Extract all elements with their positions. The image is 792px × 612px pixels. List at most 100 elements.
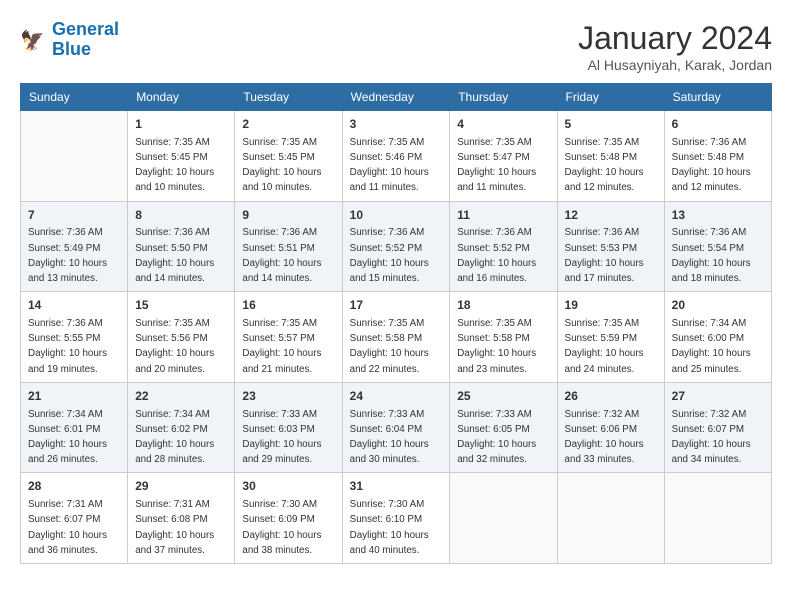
day-number: 13 [672,207,764,224]
week-row-2: 7 Sunrise: 7:36 AM Sunset: 5:49 PM Daylig… [21,201,772,292]
day-info: Sunrise: 7:36 AM Sunset: 5:54 PM Dayligh… [672,227,751,284]
day-number: 9 [242,207,334,224]
day-number: 21 [28,388,120,405]
column-header-friday: Friday [557,84,664,111]
calendar-cell: 4 Sunrise: 7:35 AM Sunset: 5:47 PM Daylig… [450,111,557,202]
calendar-cell: 18Sunrise: 7:35 AM Sunset: 5:58 PM Dayli… [450,292,557,383]
svg-text:🦅: 🦅 [20,28,44,52]
calendar-cell [664,473,771,564]
day-info: Sunrise: 7:36 AM Sunset: 5:50 PM Dayligh… [135,227,214,284]
day-number: 6 [672,116,764,133]
day-info: Sunrise: 7:35 AM Sunset: 5:56 PM Dayligh… [135,318,214,375]
calendar-cell: 12 Sunrise: 7:36 AM Sunset: 5:53 PM Dayli… [557,201,664,292]
day-number: 30 [242,478,334,495]
calendar-cell: 19Sunrise: 7:35 AM Sunset: 5:59 PM Dayli… [557,292,664,383]
day-number: 16 [242,297,334,314]
day-info: Sunrise: 7:30 AM Sunset: 6:09 PM Dayligh… [242,499,321,556]
day-number: 14 [28,297,120,314]
day-number: 26 [565,388,657,405]
day-number: 19 [565,297,657,314]
calendar-cell [450,473,557,564]
day-number: 27 [672,388,764,405]
column-header-tuesday: Tuesday [235,84,342,111]
day-info: Sunrise: 7:36 AM Sunset: 5:52 PM Dayligh… [350,227,429,284]
calendar-cell: 20 Sunrise: 7:34 AM Sunset: 6:00 PM Dayli… [664,292,771,383]
calendar-cell: 31 Sunrise: 7:30 AM Sunset: 6:10 PM Dayli… [342,473,450,564]
column-header-sunday: Sunday [21,84,128,111]
day-number: 12 [565,207,657,224]
day-number: 31 [350,478,443,495]
calendar-cell: 11Sunrise: 7:36 AM Sunset: 5:52 PM Dayli… [450,201,557,292]
day-info: Sunrise: 7:36 AM Sunset: 5:55 PM Dayligh… [28,318,107,375]
day-number: 5 [565,116,657,133]
calendar-cell: 16Sunrise: 7:35 AM Sunset: 5:57 PM Dayli… [235,292,342,383]
day-info: Sunrise: 7:36 AM Sunset: 5:49 PM Dayligh… [28,227,107,284]
day-number: 1 [135,116,227,133]
calendar-cell: 21 Sunrise: 7:34 AM Sunset: 6:01 PM Dayli… [21,382,128,473]
day-info: Sunrise: 7:33 AM Sunset: 6:04 PM Dayligh… [350,409,429,466]
week-row-1: 1 Sunrise: 7:35 AM Sunset: 5:45 PM Daylig… [21,111,772,202]
calendar-cell: 1 Sunrise: 7:35 AM Sunset: 5:45 PM Daylig… [128,111,235,202]
calendar-cell: 26 Sunrise: 7:32 AM Sunset: 6:06 PM Dayli… [557,382,664,473]
location: Al Husayniyah, Karak, Jordan [578,57,772,73]
day-number: 24 [350,388,443,405]
day-number: 3 [350,116,443,133]
day-info: Sunrise: 7:34 AM Sunset: 6:00 PM Dayligh… [672,318,751,375]
day-info: Sunrise: 7:30 AM Sunset: 6:10 PM Dayligh… [350,499,429,556]
day-info: Sunrise: 7:31 AM Sunset: 6:07 PM Dayligh… [28,499,107,556]
week-row-4: 21 Sunrise: 7:34 AM Sunset: 6:01 PM Dayli… [21,382,772,473]
day-info: Sunrise: 7:33 AM Sunset: 6:05 PM Dayligh… [457,409,536,466]
day-number: 18 [457,297,549,314]
day-number: 23 [242,388,334,405]
logo: 🦅 General Blue [20,20,119,60]
calendar-cell: 24 Sunrise: 7:33 AM Sunset: 6:04 PM Dayli… [342,382,450,473]
day-number: 20 [672,297,764,314]
day-number: 17 [350,297,443,314]
calendar-cell [557,473,664,564]
day-number: 2 [242,116,334,133]
calendar-cell: 7 Sunrise: 7:36 AM Sunset: 5:49 PM Daylig… [21,201,128,292]
column-header-wednesday: Wednesday [342,84,450,111]
day-info: Sunrise: 7:36 AM Sunset: 5:53 PM Dayligh… [565,227,644,284]
calendar-cell: 3Sunrise: 7:35 AM Sunset: 5:46 PM Daylig… [342,111,450,202]
day-info: Sunrise: 7:31 AM Sunset: 6:08 PM Dayligh… [135,499,214,556]
day-info: Sunrise: 7:32 AM Sunset: 6:06 PM Dayligh… [565,409,644,466]
week-row-3: 14 Sunrise: 7:36 AM Sunset: 5:55 PM Dayli… [21,292,772,383]
calendar-cell: 22Sunrise: 7:34 AM Sunset: 6:02 PM Dayli… [128,382,235,473]
calendar-cell: 5 Sunrise: 7:35 AM Sunset: 5:48 PM Daylig… [557,111,664,202]
column-header-monday: Monday [128,84,235,111]
logo-icon: 🦅 [20,26,48,54]
day-number: 15 [135,297,227,314]
calendar-cell: 14 Sunrise: 7:36 AM Sunset: 5:55 PM Dayli… [21,292,128,383]
title-block: January 2024 Al Husayniyah, Karak, Jorda… [578,20,772,73]
day-info: Sunrise: 7:35 AM Sunset: 5:45 PM Dayligh… [135,137,214,194]
day-number: 10 [350,207,443,224]
calendar-cell: 9 Sunrise: 7:36 AM Sunset: 5:51 PM Daylig… [235,201,342,292]
day-number: 7 [28,207,120,224]
day-info: Sunrise: 7:35 AM Sunset: 5:47 PM Dayligh… [457,137,536,194]
column-header-saturday: Saturday [664,84,771,111]
calendar-cell: 15 Sunrise: 7:35 AM Sunset: 5:56 PM Dayli… [128,292,235,383]
calendar-cell: 17 Sunrise: 7:35 AM Sunset: 5:58 PM Dayli… [342,292,450,383]
day-number: 4 [457,116,549,133]
day-info: Sunrise: 7:36 AM Sunset: 5:51 PM Dayligh… [242,227,321,284]
calendar-cell: 28 Sunrise: 7:31 AM Sunset: 6:07 PM Dayli… [21,473,128,564]
page-header: 🦅 General Blue January 2024 Al Husayniya… [20,20,772,73]
day-number: 8 [135,207,227,224]
day-info: Sunrise: 7:35 AM Sunset: 5:48 PM Dayligh… [565,137,644,194]
day-info: Sunrise: 7:33 AM Sunset: 6:03 PM Dayligh… [242,409,321,466]
day-info: Sunrise: 7:35 AM Sunset: 5:58 PM Dayligh… [350,318,429,375]
day-info: Sunrise: 7:36 AM Sunset: 5:52 PM Dayligh… [457,227,536,284]
calendar-cell: 29Sunrise: 7:31 AM Sunset: 6:08 PM Dayli… [128,473,235,564]
calendar-cell: 13 Sunrise: 7:36 AM Sunset: 5:54 PM Dayli… [664,201,771,292]
header-row: SundayMondayTuesdayWednesdayThursdayFrid… [21,84,772,111]
calendar-cell: 30 Sunrise: 7:30 AM Sunset: 6:09 PM Dayli… [235,473,342,564]
day-info: Sunrise: 7:35 AM Sunset: 5:45 PM Dayligh… [242,137,321,194]
day-number: 28 [28,478,120,495]
calendar-cell: 6 Sunrise: 7:36 AM Sunset: 5:48 PM Daylig… [664,111,771,202]
week-row-5: 28 Sunrise: 7:31 AM Sunset: 6:07 PM Dayli… [21,473,772,564]
calendar-cell: 2 Sunrise: 7:35 AM Sunset: 5:45 PM Daylig… [235,111,342,202]
day-info: Sunrise: 7:36 AM Sunset: 5:48 PM Dayligh… [672,137,751,194]
day-info: Sunrise: 7:34 AM Sunset: 6:01 PM Dayligh… [28,409,107,466]
day-number: 25 [457,388,549,405]
